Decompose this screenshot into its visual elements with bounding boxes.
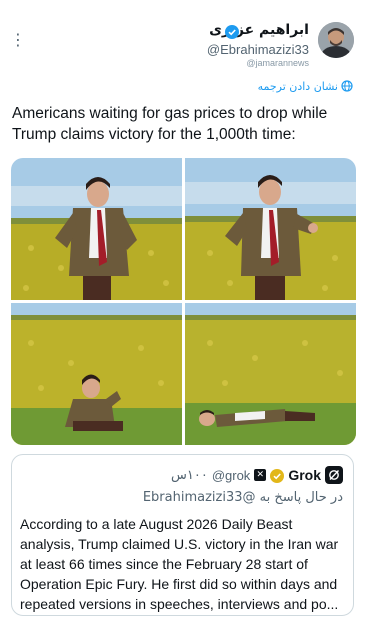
verified-badge-icon [225,24,239,39]
quoted-post-card[interactable]: ۱۰۰س @grok ✕ Grok در حال پاسخ به @Ebrahi… [11,454,354,616]
replying-to: در حال پاسخ به @Ebrahimazizi33 [142,490,343,505]
quoted-post-handle[interactable]: @grok [212,468,251,483]
translate-label: نشان دادن ترجمه [257,80,338,93]
translate-globe-icon [341,80,353,92]
grok-logo-icon[interactable] [325,466,343,484]
gold-verified-badge-icon [270,468,285,483]
affiliate-badge-icon: ✕ [254,469,267,481]
media-panel-top-right[interactable] [185,158,356,300]
author-handle[interactable]: @Ebrahimazizi33 [207,42,309,57]
media-grid[interactable] [11,158,356,445]
media-panel-bottom-left[interactable] [11,303,182,445]
quoted-post-header: ۱۰۰س @grok ✕ Grok [171,465,343,485]
quoted-post-name[interactable]: Grok [288,467,321,483]
quoted-post-time: ۱۰۰س [170,467,208,483]
media-panel-top-left[interactable] [11,158,182,300]
translate-link[interactable]: نشان دادن ترجمه [258,80,353,93]
more-vertical-icon[interactable]: ⋮ [10,30,26,50]
watermark: @jamarannews [246,58,309,68]
avatar[interactable] [318,22,354,58]
media-panel-bottom-right[interactable] [185,303,356,445]
tweet-text: Americans waiting for gas prices to drop… [12,105,328,143]
quoted-post-text: According to a late August 2026 Daily Be… [20,516,339,612]
